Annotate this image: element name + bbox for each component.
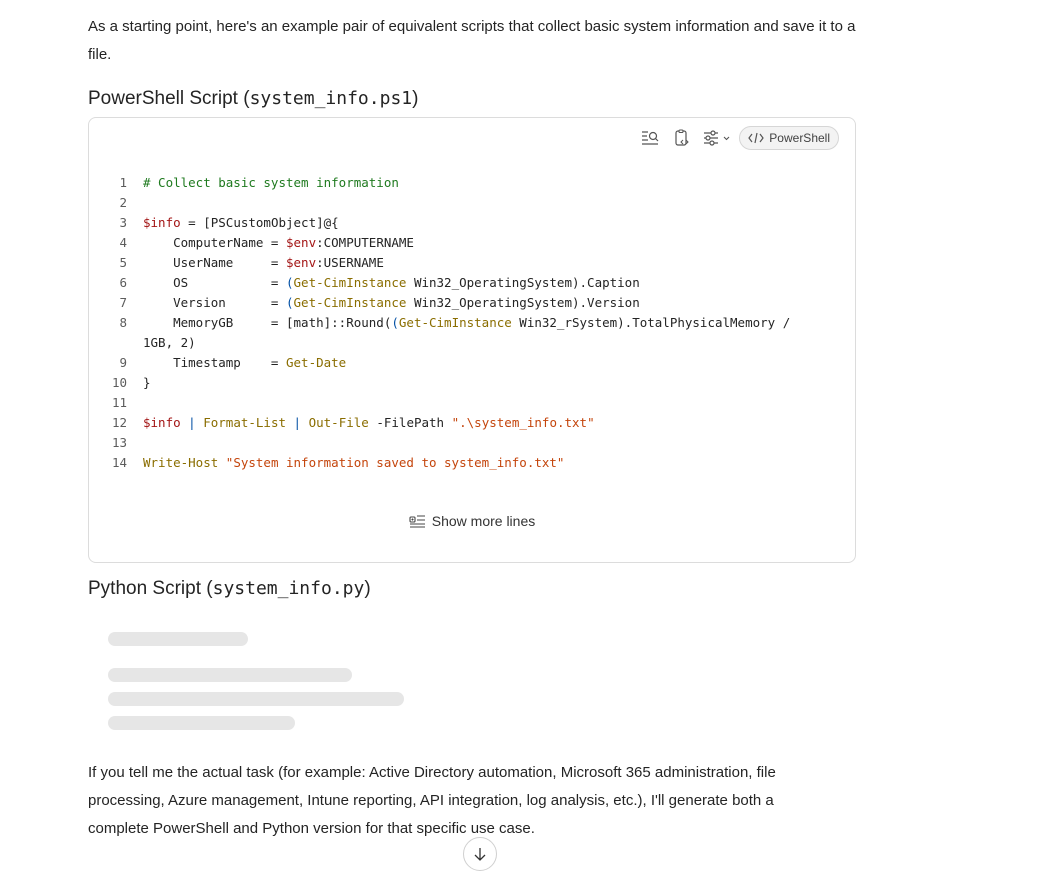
heading-suffix: ) <box>364 578 371 599</box>
code-line: UserName = $env:USERNAME <box>143 253 384 273</box>
loading-skeleton-line <box>108 692 404 706</box>
code-token: Win32_OperatingSystem).Version <box>406 295 640 310</box>
line-number: 8 <box>119 315 127 330</box>
code-line: } <box>143 373 151 393</box>
heading-suffix: ) <box>412 88 419 109</box>
search-icon[interactable] <box>639 127 661 149</box>
code-token: } <box>143 375 151 390</box>
loading-skeleton-line <box>108 668 352 682</box>
code-line: Write-Host "System information saved to … <box>143 453 564 473</box>
language-badge[interactable]: PowerShell <box>739 126 839 150</box>
code-token: $info <box>143 415 181 430</box>
line-number: 11 <box>111 395 127 410</box>
code-icon <box>748 132 765 144</box>
code-token: Version = <box>143 295 286 310</box>
code-line: $info = [PSCustomObject]@{ <box>143 213 339 233</box>
line-number: 2 <box>119 195 127 210</box>
line-number: 12 <box>111 415 127 430</box>
heading-prefix: Python Script ( <box>88 578 213 599</box>
python-heading: Python Script (system_info.py) <box>88 578 371 600</box>
code-token: UserName = <box>143 255 286 270</box>
arrow-down-icon <box>474 848 486 861</box>
code-line: 1GB, 2) <box>143 333 196 353</box>
heading-prefix: PowerShell Script ( <box>88 88 250 109</box>
code-token: MemoryGB = [math]::Round( <box>143 315 392 330</box>
code-token: OS = <box>143 275 286 290</box>
expand-lines-icon <box>409 515 425 528</box>
loading-skeleton-line <box>108 716 295 730</box>
code-token: | <box>286 415 309 430</box>
code-block: PowerShell 1 # Collect basic system infor… <box>88 117 856 563</box>
code-token: :COMPUTERNAME <box>316 235 414 250</box>
intro-paragraph: As a starting point, here's an example p… <box>88 18 856 63</box>
code-token: = [PSCustomObject]@{ <box>180 215 339 230</box>
language-label: PowerShell <box>769 131 830 145</box>
code-token: Win32_OperatingSystem).Caption <box>406 275 640 290</box>
code-line: Version = (Get-CimInstance Win32_Operati… <box>143 293 640 313</box>
copy-icon[interactable] <box>671 127 693 149</box>
line-number: 10 <box>111 375 127 390</box>
line-number: 3 <box>119 215 127 230</box>
show-more-button[interactable]: Show more lines <box>89 513 855 529</box>
code-toolbar: PowerShell <box>629 126 839 150</box>
code-token: Win32_rSystem).TotalPhysicalMemory / <box>511 315 791 330</box>
outro-paragraph: If you tell me the actual task (for exam… <box>88 764 776 837</box>
code-token: ".\system_info.txt" <box>451 415 595 430</box>
line-number: 6 <box>119 275 127 290</box>
code-token: Get-CimInstance <box>293 275 407 290</box>
loading-skeleton-line <box>108 632 248 646</box>
line-number: 13 <box>111 435 127 450</box>
code-token: :USERNAME <box>316 255 384 270</box>
code-line: Timestamp = Get-Date <box>143 353 346 373</box>
heading-filename: system_info.py <box>212 578 365 599</box>
code-token: "System information saved to system_info… <box>218 455 565 470</box>
code-token: ( <box>286 295 294 310</box>
code-token: $env <box>286 235 317 250</box>
code-token: ( <box>286 275 294 290</box>
code-token: Get-CimInstance <box>293 295 407 310</box>
code-token: $env <box>286 255 317 270</box>
code-token: Write-Host <box>143 455 219 470</box>
code-line: OS = (Get-CimInstance Win32_OperatingSys… <box>143 273 640 293</box>
code-token: Get-Date <box>286 355 347 370</box>
line-number: 4 <box>119 235 127 250</box>
code-token: 1GB, 2) <box>143 335 196 350</box>
code-token: ComputerName = <box>143 235 286 250</box>
scroll-to-bottom-button[interactable] <box>463 837 497 871</box>
settings-sliders-icon[interactable] <box>703 127 731 149</box>
code-token: # Collect basic system information <box>143 175 399 190</box>
code-token: | <box>180 415 204 430</box>
heading-filename: system_info.ps1 <box>249 88 413 109</box>
code-token: Timestamp = <box>143 355 286 370</box>
show-more-label: Show more lines <box>431 513 536 529</box>
code-token: Get-CimInstance <box>398 315 512 330</box>
line-number: 7 <box>119 295 127 310</box>
code-line: ComputerName = $env:COMPUTERNAME <box>143 233 414 253</box>
line-number: 14 <box>111 455 127 470</box>
code-line: MemoryGB = [math]::Round((Get-CimInstanc… <box>143 313 790 333</box>
line-number: 9 <box>119 355 127 370</box>
line-number: 5 <box>119 255 127 270</box>
code-token: -FilePath <box>368 415 452 430</box>
code-line: # Collect basic system information <box>143 173 399 193</box>
powershell-heading: PowerShell Script (system_info.ps1) <box>88 88 418 110</box>
code-line: $info | Format-List | Out-File -FilePath… <box>143 413 595 433</box>
line-number: 1 <box>119 175 127 190</box>
code-token: Format-List <box>203 415 287 430</box>
code-token: Out-File <box>308 415 369 430</box>
code-token: ( <box>391 315 399 330</box>
code-token: $info <box>143 215 181 230</box>
